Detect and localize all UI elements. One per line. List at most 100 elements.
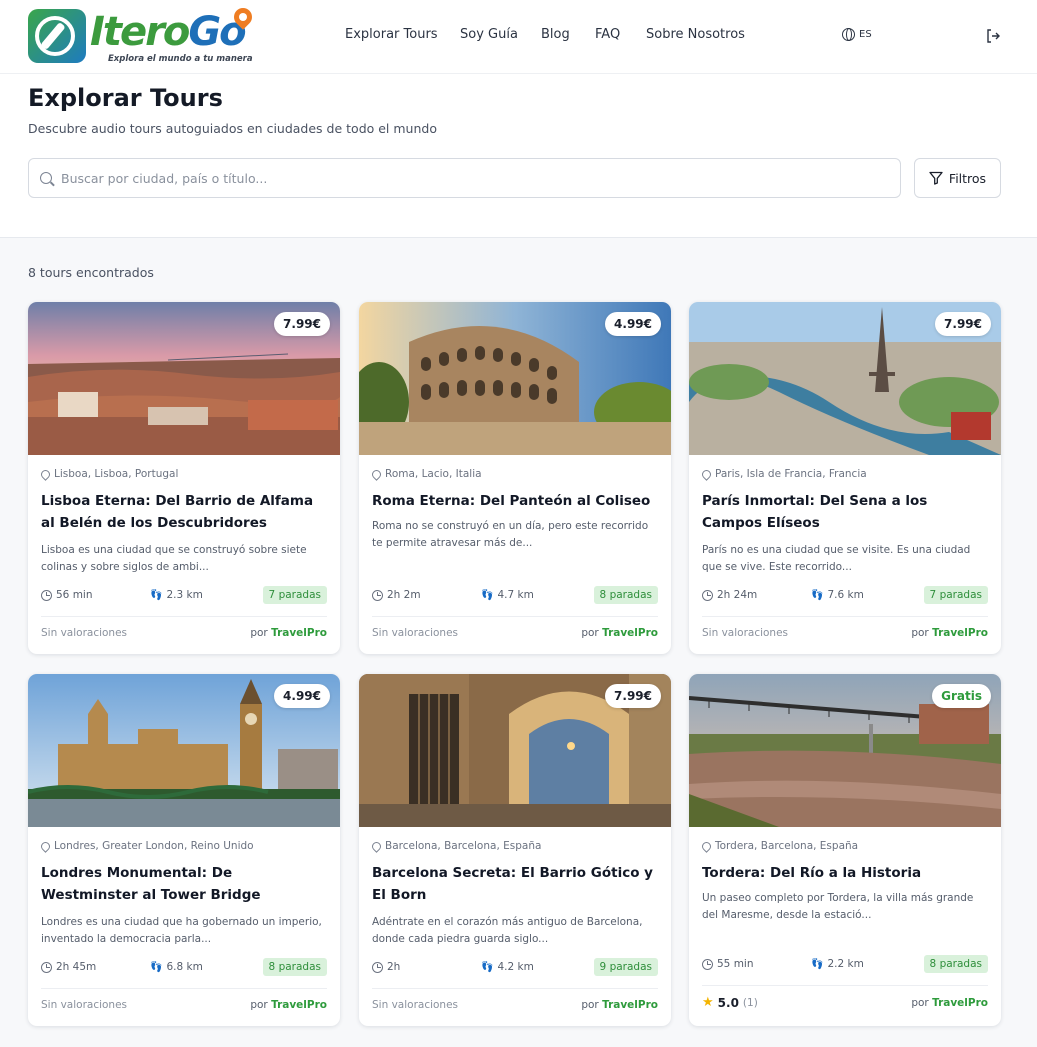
rating: ★ 5.0 (1)	[702, 995, 758, 1010]
card-divider	[41, 616, 327, 617]
footprints-icon: 👣	[150, 961, 163, 973]
tour-author: por TravelPro	[250, 627, 327, 639]
price-badge: 4.99€	[274, 684, 330, 708]
card-divider	[41, 988, 327, 989]
footprints-icon: 👣	[150, 589, 163, 601]
tour-description: Adéntrate en el corazón más antiguo de B…	[372, 916, 643, 945]
tour-author: por TravelPro	[911, 997, 988, 1009]
tour-meta: 2h 24m 👣 7.6 km 7 paradas	[702, 586, 988, 606]
map-pin-icon	[39, 839, 52, 853]
clock-icon	[702, 589, 713, 601]
tour-meta: 55 min 👣 2.2 km 8 paradas	[702, 955, 988, 975]
tour-meta: 2h 👣 4.2 km 9 paradas	[372, 958, 658, 978]
rating: Sin valoraciones	[372, 627, 459, 639]
tour-meta: 2h 45m 👣 6.8 km 8 paradas	[41, 958, 327, 978]
logout-icon[interactable]	[985, 28, 1001, 44]
tour-title[interactable]: Barcelona Secreta: El Barrio Gótico y El…	[372, 862, 662, 906]
explore-header-section: Explorar Tours Descubre audio tours auto…	[0, 74, 1037, 238]
top-navigation-bar: IteroGo Explora el mundo a tu manera Exp…	[0, 0, 1037, 74]
tour-title[interactable]: Roma Eterna: Del Panteón al Coliseo	[372, 490, 662, 512]
nav-faq[interactable]: FAQ	[595, 27, 620, 42]
stops-badge: 7 paradas	[262, 586, 327, 604]
language-selector[interactable]: ES	[842, 28, 872, 41]
logo-wordmark: IteroGo	[90, 9, 247, 55]
search-input[interactable]	[61, 159, 891, 197]
stops-badge: 8 paradas	[262, 958, 327, 976]
price-badge: 7.99€	[605, 684, 661, 708]
nav-sobre-nosotros[interactable]: Sobre Nosotros	[646, 27, 745, 42]
language-code: ES	[859, 29, 872, 40]
search-icon	[40, 172, 52, 184]
tour-author: por TravelPro	[581, 999, 658, 1011]
clock-icon	[702, 958, 713, 970]
tour-distance: 2.2 km	[827, 958, 864, 970]
rating-score: 5.0	[717, 995, 739, 1010]
tour-meta: 2h 2m 👣 4.7 km 8 paradas	[372, 586, 658, 606]
price-badge: 7.99€	[935, 312, 991, 336]
star-icon: ★	[702, 995, 714, 1010]
tour-duration: 56 min	[56, 589, 93, 601]
tour-meta: 56 min 👣 2.3 km 7 paradas	[41, 586, 327, 606]
rating: Sin valoraciones	[372, 999, 459, 1011]
tour-duration: 2h 2m	[387, 589, 421, 601]
tour-title[interactable]: París Inmortal: Del Sena a los Campos El…	[702, 490, 992, 534]
tour-title[interactable]: Tordera: Del Río a la Historia	[702, 862, 992, 884]
tour-card[interactable]: 4.99€ Roma, Lacio, Italia Roma Eterna: D…	[359, 302, 671, 654]
stops-badge: 9 paradas	[593, 958, 658, 976]
nav-blog[interactable]: Blog	[541, 27, 570, 42]
footprints-icon: 👣	[811, 589, 824, 601]
clock-icon	[372, 961, 383, 973]
globe-icon	[842, 28, 855, 41]
nav-explorar-tours[interactable]: Explorar Tours	[345, 27, 438, 42]
tour-duration: 55 min	[717, 958, 754, 970]
tour-duration: 2h	[387, 961, 401, 973]
tour-title[interactable]: Lisboa Eterna: Del Barrio de Alfama al B…	[41, 490, 331, 534]
tour-location: Barcelona, Barcelona, España	[370, 839, 541, 853]
compass-logo-icon	[28, 9, 86, 63]
nav-soy-guia[interactable]: Soy Guía	[460, 27, 518, 42]
footprints-icon: 👣	[481, 589, 494, 601]
price-badge: 4.99€	[605, 312, 661, 336]
tour-location: Lisboa, Lisboa, Portugal	[39, 467, 178, 481]
stops-badge: 7 paradas	[923, 586, 988, 604]
stops-badge: 8 paradas	[923, 955, 988, 973]
tour-card[interactable]: Gratis Tordera, Barcelona, España Torder…	[689, 674, 1001, 1026]
tour-card[interactable]: 7.99€ Lisboa, Lisboa, Portugal Lisboa Et…	[28, 302, 340, 654]
tour-author: por TravelPro	[911, 627, 988, 639]
map-pin-icon	[700, 839, 713, 853]
tour-location: Roma, Lacio, Italia	[370, 467, 482, 481]
card-divider	[372, 988, 658, 989]
tour-duration: 2h 24m	[717, 589, 758, 601]
rating: Sin valoraciones	[41, 999, 128, 1011]
tour-description: París no es una ciudad que se visite. Es…	[702, 544, 971, 573]
tour-card[interactable]: 7.99€ Barcelona, Barcelona, España Barce…	[359, 674, 671, 1026]
map-pin-icon	[700, 467, 713, 481]
rating: Sin valoraciones	[702, 627, 789, 639]
clock-icon	[41, 961, 52, 973]
page-title: Explorar Tours	[28, 84, 223, 112]
tour-distance: 2.3 km	[166, 589, 203, 601]
rating: Sin valoraciones	[41, 627, 128, 639]
filters-button[interactable]: Filtros	[914, 158, 1001, 198]
clock-icon	[372, 589, 383, 601]
tour-location: Londres, Greater London, Reino Unido	[39, 839, 254, 853]
map-pin-icon	[370, 839, 383, 853]
card-divider	[702, 616, 988, 617]
tour-author: por TravelPro	[581, 627, 658, 639]
rating-count: (1)	[742, 996, 758, 1009]
tour-card[interactable]: 7.99€ Paris, Isla de Francia, Francia Pa…	[689, 302, 1001, 654]
footprints-icon: 👣	[481, 961, 494, 973]
iterogo-logo[interactable]: IteroGo Explora el mundo a tu manera	[28, 4, 258, 66]
map-pin-icon	[370, 467, 383, 481]
tour-location: Tordera, Barcelona, España	[700, 839, 858, 853]
tour-description: Roma no se construyó en un día, pero est…	[372, 520, 649, 549]
tour-author: por TravelPro	[250, 999, 327, 1011]
tour-duration: 2h 45m	[56, 961, 97, 973]
card-divider	[702, 985, 988, 986]
tour-card[interactable]: 4.99€ Londres, Greater London, Reino Uni…	[28, 674, 340, 1026]
search-box[interactable]	[28, 158, 901, 198]
stops-badge: 8 paradas	[593, 586, 658, 604]
tour-description: Lisboa es una ciudad que se construyó so…	[41, 544, 307, 573]
card-divider	[372, 616, 658, 617]
tour-title[interactable]: Londres Monumental: De Westminster al To…	[41, 862, 331, 906]
